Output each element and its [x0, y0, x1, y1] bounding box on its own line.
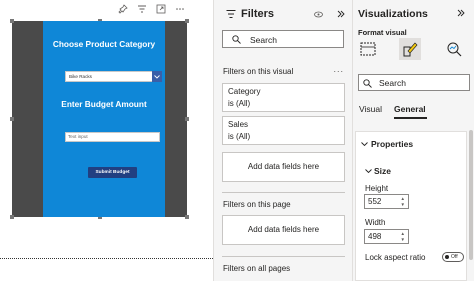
height-value: 552 [368, 197, 382, 206]
resize-handle[interactable] [185, 215, 189, 219]
divider [222, 192, 345, 193]
pin-icon[interactable] [118, 4, 128, 14]
build-visual-icon[interactable] [357, 38, 379, 60]
add-data-fields-visual[interactable]: Add data fields here [222, 152, 345, 182]
stepper-icon[interactable]: ▲ ▼ [401, 196, 405, 207]
category-dropdown[interactable]: Bike Racks [65, 71, 162, 82]
height-label: Height [365, 184, 389, 193]
visual-header [118, 4, 185, 14]
category-dropdown-value: Bike Racks [69, 74, 92, 79]
chevron-down-icon[interactable] [365, 167, 372, 176]
divider [222, 256, 345, 257]
filter-icon [226, 9, 236, 21]
report-canvas: Choose Product Category Bike Racks Enter… [0, 0, 213, 281]
format-visual-icon[interactable] [399, 38, 421, 60]
search-icon [232, 35, 241, 44]
stepper-icon[interactable]: ▲ ▼ [401, 231, 405, 242]
toggle-knob [445, 255, 449, 259]
resize-handle[interactable] [10, 19, 14, 23]
active-tab-indicator [394, 117, 427, 119]
size-header[interactable]: Size [374, 166, 391, 176]
filters-title: Filters [241, 8, 275, 20]
chevron-down-icon[interactable] [152, 71, 162, 82]
properties-section: Properties Size Height 552 ▲ ▼ Width 498 … [355, 131, 467, 281]
height-input[interactable]: 552 ▲ ▼ [364, 194, 409, 209]
filters-pane: Filters Search Filters on this visual ..… [213, 0, 352, 281]
filter-field-name: Category [228, 87, 261, 96]
lock-aspect-toggle[interactable]: Off [442, 252, 464, 262]
visualizations-pane: Visualizations Format visual Search Visu… [352, 0, 474, 281]
filters-on-visual-label: Filters on this visual [223, 67, 294, 76]
eye-icon[interactable] [314, 11, 323, 20]
width-value: 498 [368, 232, 382, 241]
resize-handle[interactable] [10, 215, 14, 219]
budget-heading: Enter Budget Amount [61, 99, 147, 109]
filter-field-state: is (All) [228, 99, 251, 108]
more-options-icon[interactable] [175, 4, 185, 14]
properties-header[interactable]: Properties [371, 139, 413, 149]
tab-general[interactable]: General [394, 104, 426, 114]
collapse-right-icon[interactable] [457, 9, 465, 19]
filters-on-all-pages-label: Filters on all pages [223, 264, 291, 273]
collapse-right-icon[interactable] [337, 10, 345, 20]
scrollbar[interactable] [469, 130, 473, 260]
filter-field-name: Sales [228, 120, 249, 129]
format-search-input[interactable]: Search [358, 74, 470, 91]
page-boundary [0, 258, 213, 259]
category-heading: Choose Product Category [52, 39, 156, 49]
add-data-fields-page[interactable]: Add data fields here [222, 215, 345, 245]
search-icon [363, 79, 372, 88]
lock-aspect-label: Lock aspect ratio [365, 253, 426, 262]
filter-card-category[interactable]: Category is (All) [222, 83, 345, 112]
resize-handle[interactable] [185, 117, 189, 121]
filters-search-placeholder: Search [250, 35, 277, 45]
filters-on-page-label: Filters on this page [223, 200, 291, 209]
visualizations-title: Visualizations [358, 8, 428, 20]
width-input[interactable]: 498 ▲ ▼ [364, 229, 409, 244]
focus-mode-icon[interactable] [156, 4, 166, 14]
power-apps-visual[interactable]: Choose Product Category Bike Racks Enter… [10, 19, 189, 219]
format-visual-label: Format visual [358, 28, 407, 37]
analytics-icon[interactable] [443, 38, 465, 60]
chevron-down-icon[interactable] [361, 140, 368, 149]
filter-icon[interactable] [137, 4, 147, 14]
budget-input[interactable]: Text input [65, 132, 160, 142]
width-label: Width [365, 218, 386, 227]
format-search-placeholder: Search [379, 78, 406, 88]
resize-handle[interactable] [185, 19, 189, 23]
tab-visual[interactable]: Visual [359, 104, 382, 114]
resize-handle[interactable] [10, 117, 14, 121]
more-options-icon[interactable]: ... [333, 64, 344, 74]
submit-budget-button[interactable]: Submit Budget [88, 167, 137, 178]
toggle-state: Off [451, 254, 458, 260]
app-screen: Choose Product Category Bike Racks Enter… [43, 21, 165, 217]
filter-card-sales[interactable]: Sales is (All) [222, 116, 345, 145]
filter-field-state: is (All) [228, 132, 251, 141]
filters-search-input[interactable]: Search [222, 30, 344, 48]
